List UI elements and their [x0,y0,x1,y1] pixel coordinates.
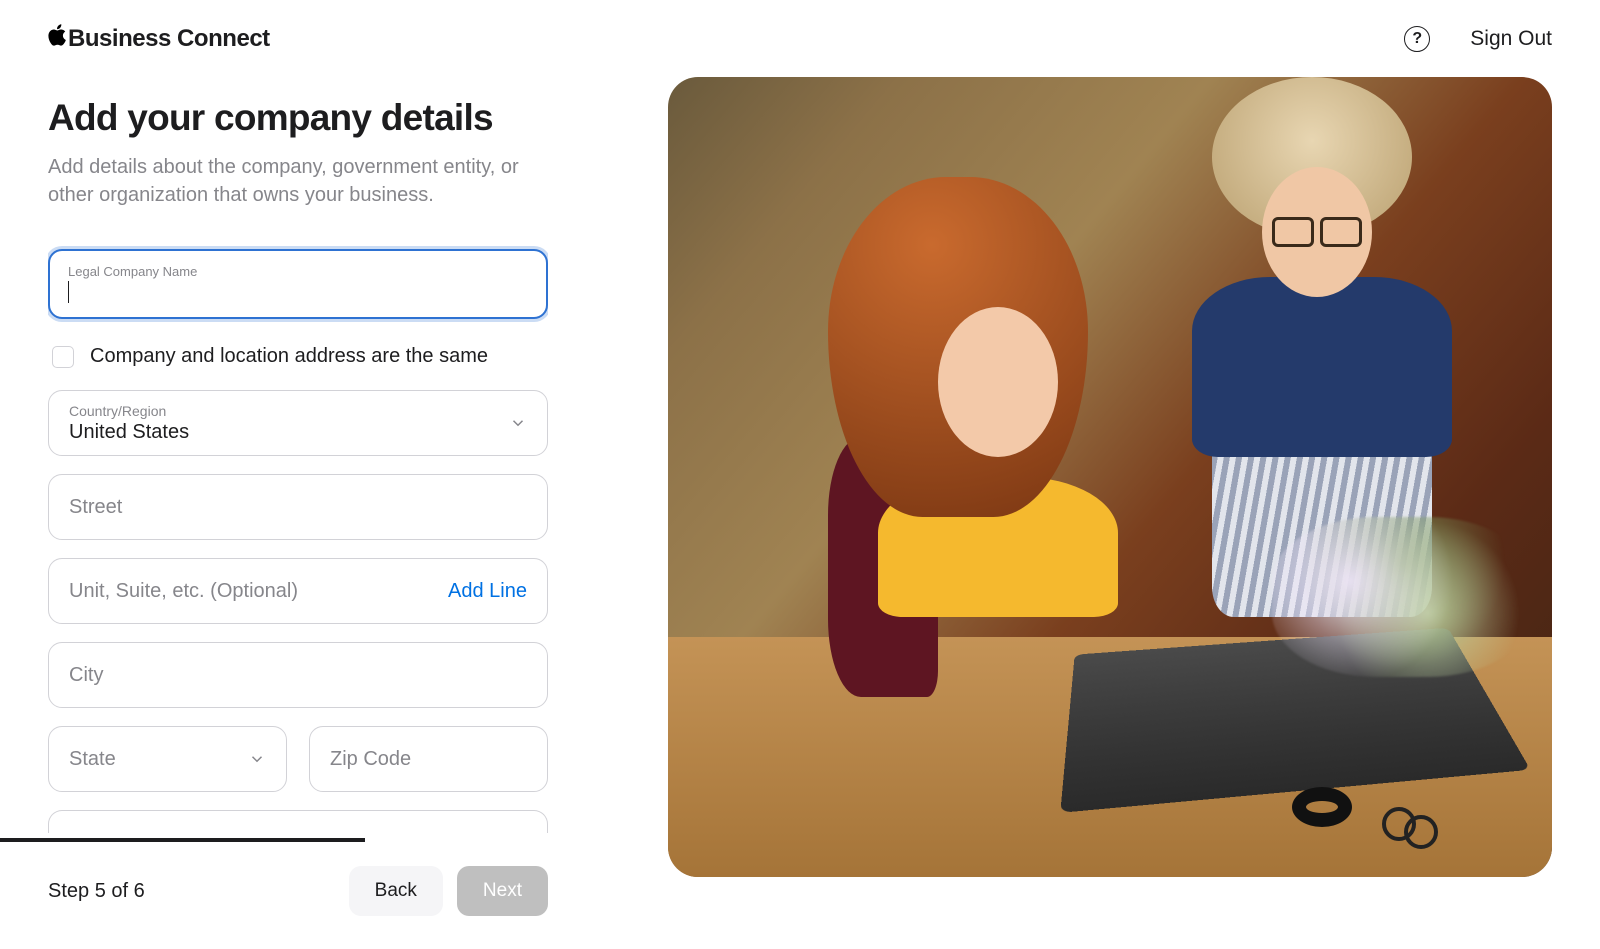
sign-out-link[interactable]: Sign Out [1470,27,1552,51]
zip-code-field[interactable]: Zip Code [309,726,548,792]
country-region-select[interactable]: Country/Region United States [48,390,548,456]
legal-company-name-field[interactable]: Legal Company Name [48,249,548,319]
app-header: Business Connect ? Sign Out [0,0,1600,65]
header-actions: ? Sign Out [1404,26,1552,52]
state-placeholder: State [69,748,116,771]
country-region-inner: Country/Region United States [69,403,189,444]
hero-image [668,77,1552,877]
page-title: Add your company details [48,97,548,139]
scissors-icon [1382,807,1462,847]
hero-illustration [668,77,1552,877]
same-address-row: Company and location address are the sam… [52,345,548,368]
chevron-down-icon [509,414,527,432]
help-icon[interactable]: ? [1404,26,1430,52]
zip-placeholder: Zip Code [330,748,411,771]
same-address-checkbox[interactable] [52,346,74,368]
chevron-down-icon [248,750,266,768]
city-field[interactable]: City [48,642,548,708]
main-layout: Add your company details Add details abo… [0,65,1600,944]
unit-placeholder: Unit, Suite, etc. (Optional) [69,580,298,603]
progress-bar [0,838,440,842]
glasses-icon [1272,217,1362,243]
footer-buttons: Back Next [349,866,548,916]
partial-next-field[interactable] [48,810,548,833]
tape-icon [1292,787,1352,827]
unit-field[interactable]: Unit, Suite, etc. (Optional) Add Line [48,558,548,624]
form-scroll-area: Add your company details Add details abo… [48,77,548,838]
brand-logo: Business Connect [48,24,270,53]
form-column: Add your company details Add details abo… [48,77,548,944]
next-button[interactable]: Next [457,866,548,916]
form-footer: Step 5 of 6 Back Next [48,842,548,944]
country-region-value: United States [69,421,189,444]
text-cursor [68,281,69,303]
city-placeholder: City [69,664,103,687]
state-select[interactable]: State [48,726,287,792]
add-line-link[interactable]: Add Line [448,580,527,603]
page-subtitle: Add details about the company, governmen… [48,153,538,209]
street-field[interactable]: Street [48,474,548,540]
progress-fill [0,838,365,842]
apple-icon [48,24,68,53]
brand-text: Business Connect [68,25,270,53]
country-region-label: Country/Region [69,403,189,419]
step-indicator: Step 5 of 6 [48,880,145,903]
same-address-label: Company and location address are the sam… [90,345,488,368]
back-button[interactable]: Back [349,866,443,916]
legal-company-name-label: Legal Company Name [68,264,197,279]
state-zip-row: State Zip Code [48,726,548,792]
street-placeholder: Street [69,496,122,519]
